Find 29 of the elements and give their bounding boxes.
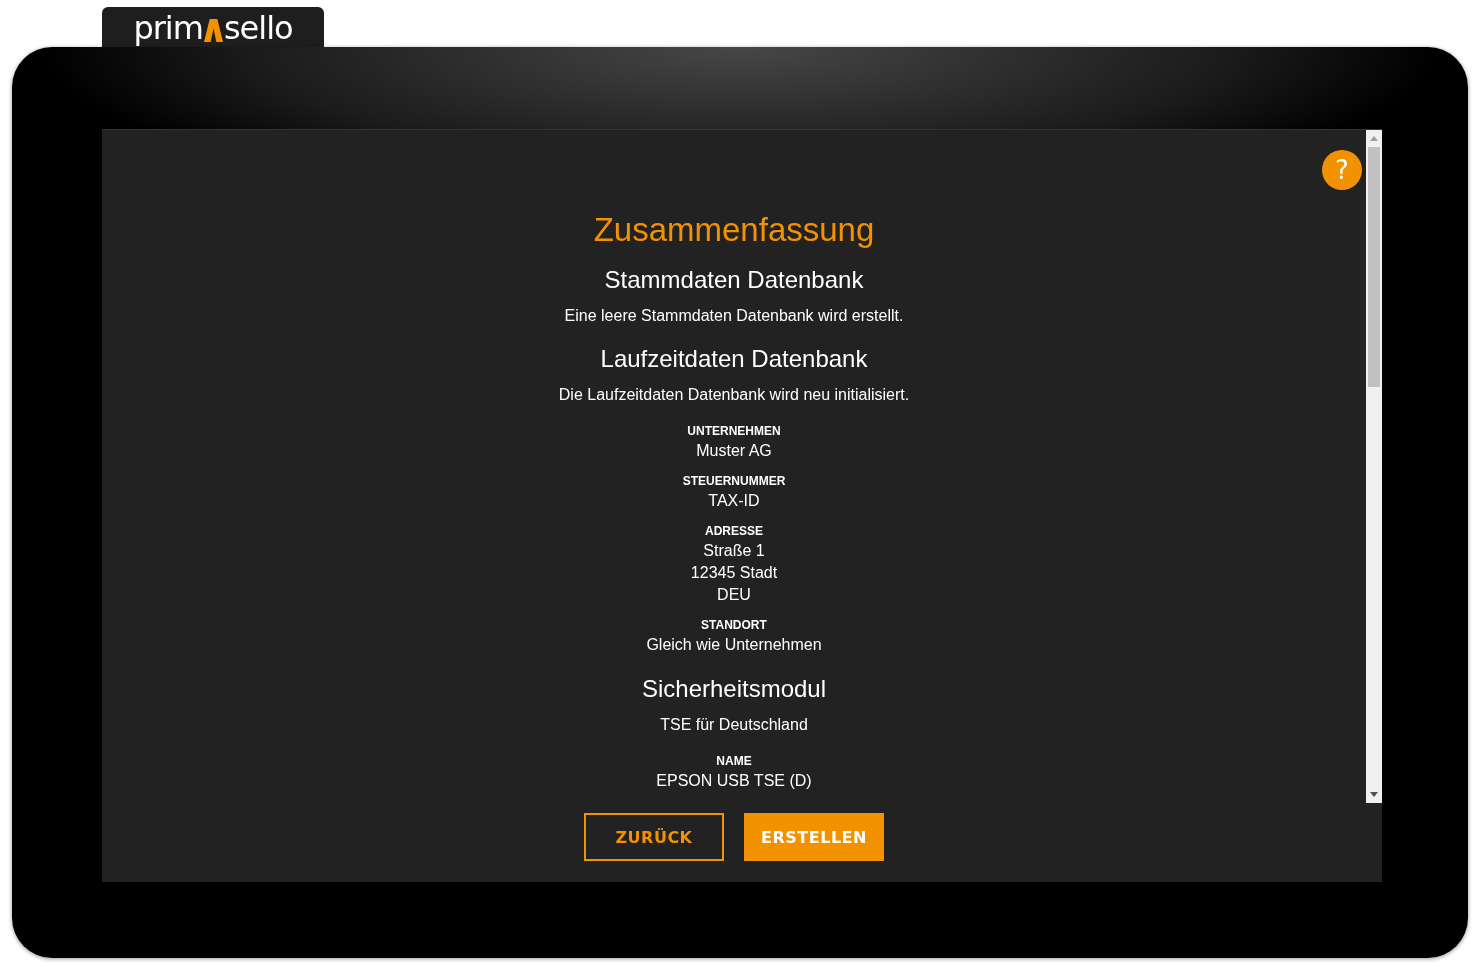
field-value: EPSON USB TSE (D) [656, 771, 812, 791]
page-title: Zusammenfassung [593, 210, 875, 250]
help-button[interactable]: ? [1322, 150, 1362, 190]
field-label: NAME [716, 753, 752, 769]
section-heading: Stammdaten Datenbank [604, 265, 864, 295]
scroll-thumb[interactable] [1368, 147, 1380, 387]
section-description: TSE für Deutschland [660, 715, 808, 735]
field-value: DEU [717, 585, 751, 605]
scroll-up-icon[interactable] [1370, 136, 1378, 141]
section-description: Die Laufzeitdaten Datenbank wird neu initialisiert. [558, 385, 910, 405]
field-value: TAX-ID [708, 491, 760, 511]
section-heading: Sicherheitsmodul [641, 674, 827, 704]
field-label: UNTERNEHMEN [687, 423, 781, 439]
field-value: Gleich wie Unternehmen [646, 635, 822, 655]
field-label: ADRESSE [705, 523, 763, 539]
section-description: Eine leere Stammdaten Datenbank wird erstellt. [564, 306, 904, 326]
field-label: STEUERNUMMER [682, 473, 786, 489]
field-value: Straße 1 [703, 541, 765, 561]
field-value: Muster AG [696, 441, 772, 461]
create-button[interactable]: ERSTELLEN [744, 813, 884, 861]
logo-text: sello [223, 10, 293, 46]
logo-text: prim [133, 10, 203, 46]
scrollbar[interactable] [1366, 130, 1382, 803]
field-label: STANDORT [701, 617, 767, 633]
scroll-down-icon[interactable] [1370, 792, 1378, 797]
section-heading: Laufzeitdaten Datenbank [600, 344, 868, 374]
field-value: 12345 Stadt [690, 563, 778, 583]
logo-mark-icon [203, 18, 223, 42]
back-button[interactable]: ZURÜCK [584, 813, 724, 861]
